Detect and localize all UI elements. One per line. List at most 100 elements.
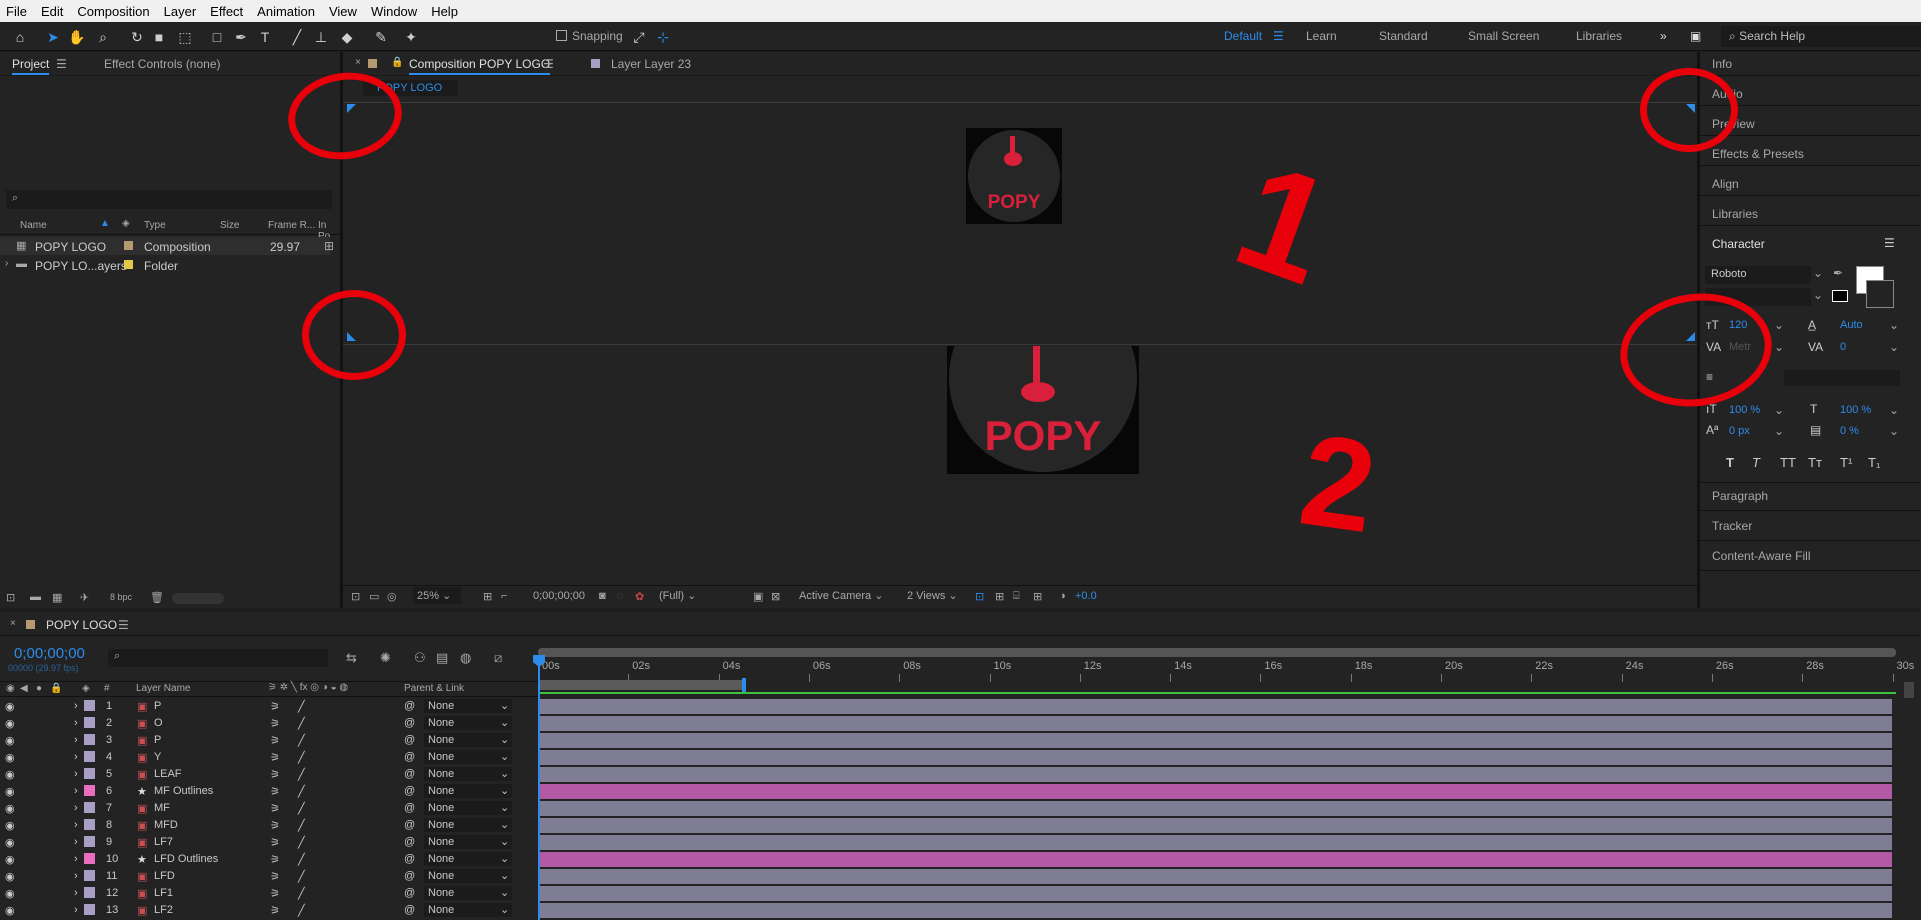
chevron-down-icon[interactable]: ⌄ (1889, 424, 1899, 438)
leading-value[interactable]: Auto (1840, 319, 1863, 331)
work-area-end-handle[interactable] (742, 678, 746, 692)
composition-frame-view2[interactable]: POPY (947, 346, 1139, 474)
pan-behind-tool-icon[interactable]: ⬚ (176, 28, 194, 46)
panel-info[interactable]: Info (1712, 57, 1732, 71)
workspace-overflow-icon[interactable]: » (1660, 29, 1667, 43)
fit-icon[interactable]: ⊞ (483, 590, 492, 603)
panel-effects-presets[interactable]: Effects & Presets (1712, 147, 1804, 161)
time-ruler[interactable]: 00s 02s 04s 06s 08s 10s 12s 14s 16s 18s 20s 22s 24s 2… (538, 660, 1914, 682)
lock-icon[interactable]: 🔒 (50, 683, 62, 694)
chevron-down-icon[interactable]: ⌄ (1774, 318, 1784, 332)
label-icon[interactable]: ◈ (122, 218, 130, 229)
graph-editor-icon[interactable]: ⧄ (494, 650, 502, 666)
character-panel-title[interactable]: Character (1712, 237, 1765, 251)
all-caps-button[interactable]: TT (1780, 455, 1796, 470)
col-parent-link[interactable]: Parent & Link (404, 683, 464, 694)
layer-duration-bar[interactable] (540, 869, 1892, 884)
show-snapshot-icon[interactable]: ◌ (617, 590, 624, 602)
composition-mini-flowchart-icon[interactable]: ⇆ (346, 650, 357, 666)
workspace-small-screen[interactable]: Small Screen (1468, 29, 1539, 43)
label-swatch[interactable] (124, 260, 133, 269)
timeline-timecode[interactable]: 0;00;00;00 (14, 645, 85, 662)
exposure-icon[interactable]: ◑ (1059, 590, 1066, 602)
zoom-tool-icon[interactable]: ⌕ (94, 28, 112, 46)
home-icon[interactable]: ⌂ (11, 28, 29, 46)
vertical-scale-value[interactable]: 100 % (1729, 404, 1760, 416)
new-folder-icon[interactable]: ▬ (30, 591, 41, 603)
col-type[interactable]: Type (144, 220, 166, 231)
time-navigator[interactable] (538, 648, 1896, 657)
pixel-aspect-icon[interactable]: ⊞ (995, 590, 1004, 603)
menu-help[interactable]: Help (431, 4, 458, 19)
layer-duration-bar[interactable] (540, 699, 1892, 714)
safe-margins-icon[interactable]: ⌐ (501, 590, 507, 602)
layer-duration-bar[interactable] (540, 818, 1892, 833)
search-help-input[interactable]: ⌕ Search Help (1721, 26, 1921, 47)
view-split-line[interactable] (343, 344, 1697, 345)
selection-tool-icon[interactable]: ➤ (44, 28, 62, 46)
layer-duration-bar[interactable] (540, 852, 1892, 867)
bpc-label[interactable]: 8 bpc (110, 592, 132, 602)
switches-icon[interactable]: ⚞ ✲ ╲ fx ◎ ◑ ◒ ◍ (268, 682, 348, 693)
layer-duration-bar[interactable] (540, 903, 1892, 918)
timeline-icon[interactable]: ⌸ (1013, 590, 1020, 603)
toggle-view-icon[interactable]: ⊡ (975, 590, 984, 603)
menu-edit[interactable]: Edit (41, 4, 63, 19)
close-icon[interactable]: × (10, 618, 16, 629)
tab-project[interactable]: Project (12, 57, 50, 75)
workspace-libraries[interactable]: Libraries (1576, 29, 1622, 43)
faux-bold-button[interactable]: T (1726, 455, 1734, 470)
small-caps-button[interactable]: Tт (1808, 455, 1822, 470)
chevron-down-icon[interactable]: ⌄ (1774, 340, 1784, 354)
menu-composition[interactable]: Composition (77, 4, 149, 19)
close-icon[interactable]: × (355, 57, 361, 68)
baseline-shift-value[interactable]: 0 px (1729, 425, 1750, 437)
tab-composition[interactable]: Composition POPY LOGO (409, 57, 551, 75)
horizontal-scale-value[interactable]: 100 % (1840, 404, 1871, 416)
layer-duration-bar[interactable] (540, 835, 1892, 850)
chevron-down-icon[interactable]: ⌄ (1813, 288, 1823, 302)
label-icon[interactable]: ◈ (82, 683, 90, 694)
frame-blending-icon[interactable]: ▤ (436, 650, 448, 666)
menu-layer[interactable]: Layer (164, 4, 197, 19)
layer-duration-bar[interactable] (540, 767, 1892, 782)
transparency-grid-icon[interactable]: ⊠ (771, 590, 780, 603)
menu-view[interactable]: View (329, 4, 357, 19)
superscript-button[interactable]: T¹ (1840, 455, 1852, 470)
layer-duration-bar[interactable] (540, 733, 1892, 748)
pen-tool-icon[interactable]: ✒ (232, 28, 250, 46)
puppet-tool-icon[interactable]: ✦ (402, 28, 420, 46)
tsume-value[interactable]: 0 % (1840, 425, 1859, 437)
project-item[interactable]: › ▬ POPY LO...ayers Folder (0, 256, 330, 274)
eraser-tool-icon[interactable]: ◆ (338, 28, 356, 46)
motion-blur-icon[interactable]: ◍ (460, 650, 471, 666)
timeline-menu-icon[interactable]: ☰ (118, 618, 129, 632)
col-layer-name[interactable]: Layer Name (136, 683, 190, 694)
rectangle-tool-icon[interactable]: □ (208, 28, 226, 46)
composition-frame-view1[interactable]: POPY (966, 128, 1062, 224)
lock-icon[interactable]: 🔒 (391, 57, 403, 68)
col-size[interactable]: Size (220, 220, 239, 231)
character-menu-icon[interactable]: ☰ (1884, 236, 1895, 250)
menu-effect[interactable]: Effect (210, 4, 243, 19)
mask-icon[interactable]: ◎ (387, 590, 397, 603)
zoom-dropdown[interactable]: 25% ⌄ (413, 587, 461, 604)
layer-duration-bar[interactable] (540, 784, 1892, 799)
new-composition-icon[interactable]: ▦ (52, 591, 62, 604)
project-item[interactable]: ▦ POPY LOGO Composition 29.97 ⊞ (0, 237, 334, 255)
menu-animation[interactable]: Animation (257, 4, 315, 19)
shy-icon[interactable]: ⚇ (414, 650, 426, 666)
exposure-value[interactable]: +0.0 (1075, 590, 1097, 602)
interpret-footage-icon[interactable]: ⊡ (6, 591, 15, 604)
col-framerate[interactable]: Frame R... (268, 220, 315, 231)
roto-brush-tool-icon[interactable]: ✎ (372, 28, 390, 46)
chevron-down-icon[interactable]: ⌄ (1774, 403, 1784, 417)
brush-tool-icon[interactable]: ╱ (288, 28, 306, 46)
panel-libraries[interactable]: Libraries (1712, 207, 1758, 221)
panel-content-aware-fill[interactable]: Content-Aware Fill (1712, 549, 1810, 563)
font-family-dropdown[interactable]: Roboto (1705, 266, 1811, 284)
project-menu-icon[interactable]: ☰ (56, 57, 67, 71)
type-tool-icon[interactable]: T (256, 28, 274, 46)
layer-duration-bar[interactable] (540, 716, 1892, 731)
resolution-dropdown[interactable]: (Full) ⌄ (655, 587, 737, 604)
